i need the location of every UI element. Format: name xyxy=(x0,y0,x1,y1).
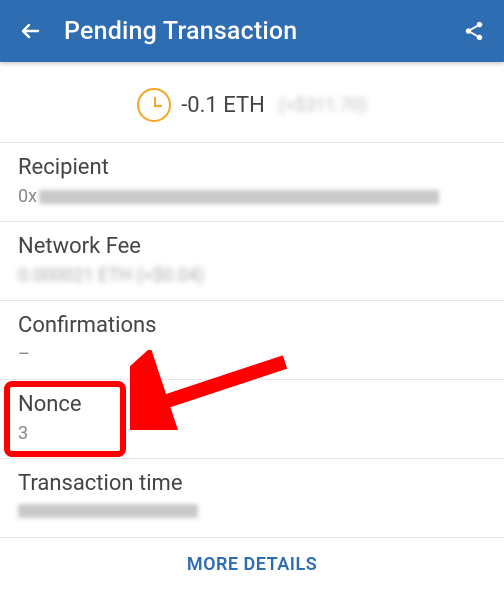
pending-clock-icon xyxy=(137,88,171,122)
amount-row: -0.1 ETH (≈$311.70) xyxy=(0,62,504,142)
page-title: Pending Transaction xyxy=(64,17,460,46)
section-nonce: Nonce 3 xyxy=(0,379,504,458)
section-recipient: Recipient 0x xyxy=(0,142,504,221)
transaction-time-label: Transaction time xyxy=(18,471,486,496)
section-transaction-time: Transaction time xyxy=(0,458,504,537)
transaction-time-value xyxy=(18,502,486,523)
amount-value: -0.1 ETH xyxy=(181,93,265,118)
back-arrow-icon[interactable] xyxy=(16,17,44,45)
more-details-button[interactable]: MORE DETAILS xyxy=(0,537,504,583)
nonce-label: Nonce xyxy=(18,392,486,417)
amount-fiat: (≈$311.70) xyxy=(279,95,367,116)
recipient-label: Recipient xyxy=(18,155,486,180)
recipient-prefix: 0x xyxy=(18,186,37,207)
recipient-value-row: 0x xyxy=(18,186,486,207)
network-fee-value: 0.000021 ETH (≈$0.04) xyxy=(18,265,486,286)
confirmations-value: – xyxy=(18,344,486,365)
section-confirmations: Confirmations – xyxy=(0,300,504,379)
nonce-value: 3 xyxy=(18,423,486,444)
network-fee-label: Network Fee xyxy=(18,234,486,259)
confirmations-label: Confirmations xyxy=(18,313,486,338)
recipient-address-blurred xyxy=(39,190,439,204)
share-icon[interactable] xyxy=(460,17,488,45)
app-bar: Pending Transaction xyxy=(0,0,504,62)
section-network-fee: Network Fee 0.000021 ETH (≈$0.04) xyxy=(0,221,504,300)
